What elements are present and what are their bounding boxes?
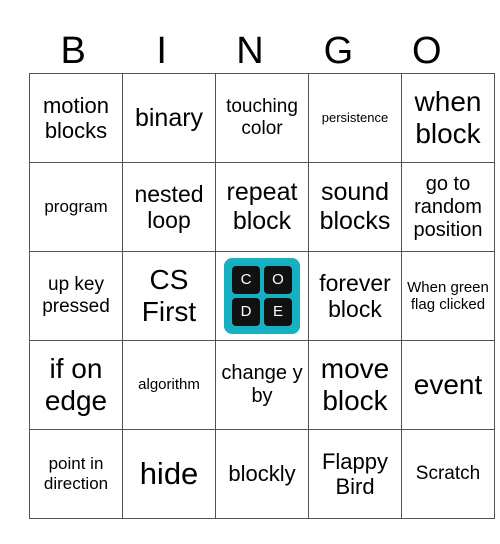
bingo-cell[interactable]: CS First: [122, 251, 216, 341]
bingo-cell[interactable]: program: [29, 162, 123, 252]
bingo-cell[interactable]: sound blocks: [308, 162, 402, 252]
bingo-cell[interactable]: binary: [122, 73, 216, 163]
bingo-cell[interactable]: if on edge: [29, 340, 123, 430]
bingo-row: up key pressed CS First C O D E forever …: [29, 251, 495, 341]
logo-letter: C: [232, 266, 260, 294]
logo-letter: E: [264, 298, 292, 326]
bingo-cell[interactable]: forever block: [308, 251, 402, 341]
free-space-cell[interactable]: C O D E: [215, 251, 309, 341]
logo-letter: D: [232, 298, 260, 326]
logo-letter: O: [264, 266, 292, 294]
bingo-cell[interactable]: move block: [308, 340, 402, 430]
header-letter-i: I: [156, 30, 167, 72]
bingo-header: B I N G O: [29, 30, 471, 72]
bingo-card: motion blocks binary touching color pers…: [29, 73, 495, 519]
bingo-cell[interactable]: When green flag clicked: [401, 251, 495, 341]
header-letter-g: G: [323, 30, 354, 72]
bingo-cell[interactable]: nested loop: [122, 162, 216, 252]
header-letter-b: B: [60, 30, 86, 72]
bingo-cell[interactable]: persistence: [308, 73, 402, 163]
header-letter-o: O: [412, 30, 442, 72]
bingo-cell[interactable]: Scratch: [401, 429, 495, 519]
bingo-row: program nested loop repeat block sound b…: [29, 162, 495, 252]
bingo-cell[interactable]: event: [401, 340, 495, 430]
bingo-cell[interactable]: when block: [401, 73, 495, 163]
code-org-logo-icon: C O D E: [224, 258, 300, 334]
bingo-cell[interactable]: repeat block: [215, 162, 309, 252]
bingo-cell[interactable]: motion blocks: [29, 73, 123, 163]
bingo-cell[interactable]: Flappy Bird: [308, 429, 402, 519]
bingo-cell[interactable]: go to random position: [401, 162, 495, 252]
bingo-cell[interactable]: hide: [122, 429, 216, 519]
bingo-cell[interactable]: touching color: [215, 73, 309, 163]
bingo-cell[interactable]: algorithm: [122, 340, 216, 430]
header-letter-n: N: [236, 30, 264, 72]
bingo-cell[interactable]: up key pressed: [29, 251, 123, 341]
bingo-row: motion blocks binary touching color pers…: [29, 73, 495, 163]
bingo-cell[interactable]: change y by: [215, 340, 309, 430]
bingo-cell[interactable]: point in direction: [29, 429, 123, 519]
bingo-row: point in direction hide blockly Flappy B…: [29, 429, 495, 519]
bingo-row: if on edge algorithm change y by move bl…: [29, 340, 495, 430]
bingo-cell[interactable]: blockly: [215, 429, 309, 519]
